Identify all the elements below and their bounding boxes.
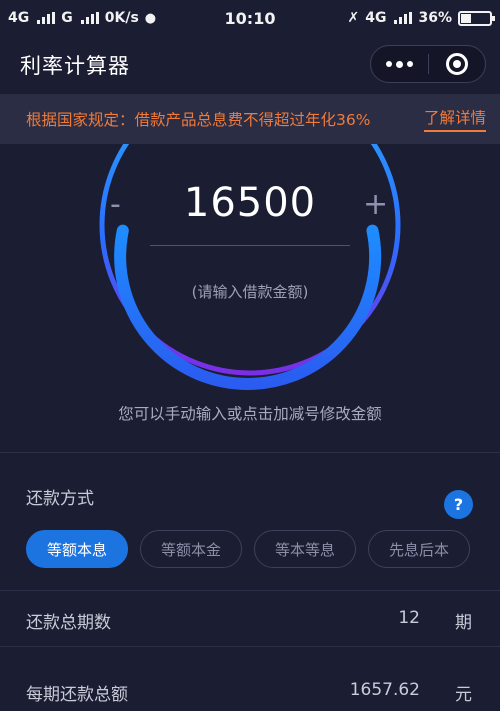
more-dots-icon xyxy=(385,60,413,68)
network-label: 4G xyxy=(365,10,387,26)
amount-instruction: 您可以手动输入或点击加减号修改金额 xyxy=(118,405,382,423)
title-bar: 利率计算器 xyxy=(0,36,500,94)
signal-icon xyxy=(80,12,99,24)
amount-input[interactable]: 16500 xyxy=(150,180,350,226)
row-label: 还款总期数 xyxy=(26,613,111,633)
row-divider xyxy=(0,646,500,647)
row-label: 每期还款总额 xyxy=(26,685,128,705)
method-option-equal-principal-interest[interactable]: 等本等息 xyxy=(254,530,356,568)
close-target-icon xyxy=(445,53,468,75)
repayment-method-label: 还款方式 xyxy=(26,489,94,509)
speed-label: 0K/s xyxy=(104,10,139,26)
mute-icon: ✗ xyxy=(347,10,360,26)
decrease-button[interactable]: - xyxy=(110,190,121,220)
signal-icon xyxy=(37,12,56,24)
miniprogram-capsule xyxy=(370,45,486,83)
status-bar: 4G G 0K/s ● 10:10 ✗ 4G 36% xyxy=(0,0,500,36)
progress-arc xyxy=(114,224,382,390)
network-label: 4G xyxy=(8,10,30,26)
row-unit: 期 xyxy=(455,613,472,633)
method-option-equal-installment[interactable]: 等额本息 xyxy=(26,530,128,568)
battery-level: 36% xyxy=(418,10,452,26)
regulation-notice: 根据国家规定：借款产品总息费不得超过年化36% 了解详情 xyxy=(0,94,500,144)
more-button[interactable] xyxy=(371,46,428,82)
amount-dial: - 16500 + (请输入借款金额) xyxy=(0,144,500,404)
signal-icon xyxy=(394,12,413,24)
method-option-interest-first[interactable]: 先息后本 xyxy=(368,530,470,568)
section-divider xyxy=(0,452,500,453)
battery-icon xyxy=(458,10,495,26)
network-label: G xyxy=(61,10,73,26)
row-value: 12 xyxy=(398,608,420,628)
close-button[interactable] xyxy=(429,46,486,82)
help-icon[interactable]: ? xyxy=(444,490,473,519)
installment-amount-row: 每期还款总额 1657.62 元 xyxy=(0,662,500,711)
method-option-equal-principal[interactable]: 等额本金 xyxy=(140,530,242,568)
notice-text: 根据国家规定：借款产品总息费不得超过年化36% xyxy=(26,111,371,129)
row-unit: 元 xyxy=(455,685,472,705)
learn-more-link[interactable]: 了解详情 xyxy=(423,106,486,132)
increase-button[interactable]: + xyxy=(363,190,388,220)
total-periods-row: 还款总期数 12 期 xyxy=(0,590,500,646)
row-value: 1657.62 xyxy=(349,680,420,700)
amount-hint: (请输入借款金额) xyxy=(191,283,309,301)
repayment-method-options: 等额本息 等额本金 等本等息 先息后本 xyxy=(26,530,470,568)
amount-underline xyxy=(150,245,350,246)
cat-icon: ● xyxy=(144,10,157,26)
page-title: 利率计算器 xyxy=(20,54,130,78)
